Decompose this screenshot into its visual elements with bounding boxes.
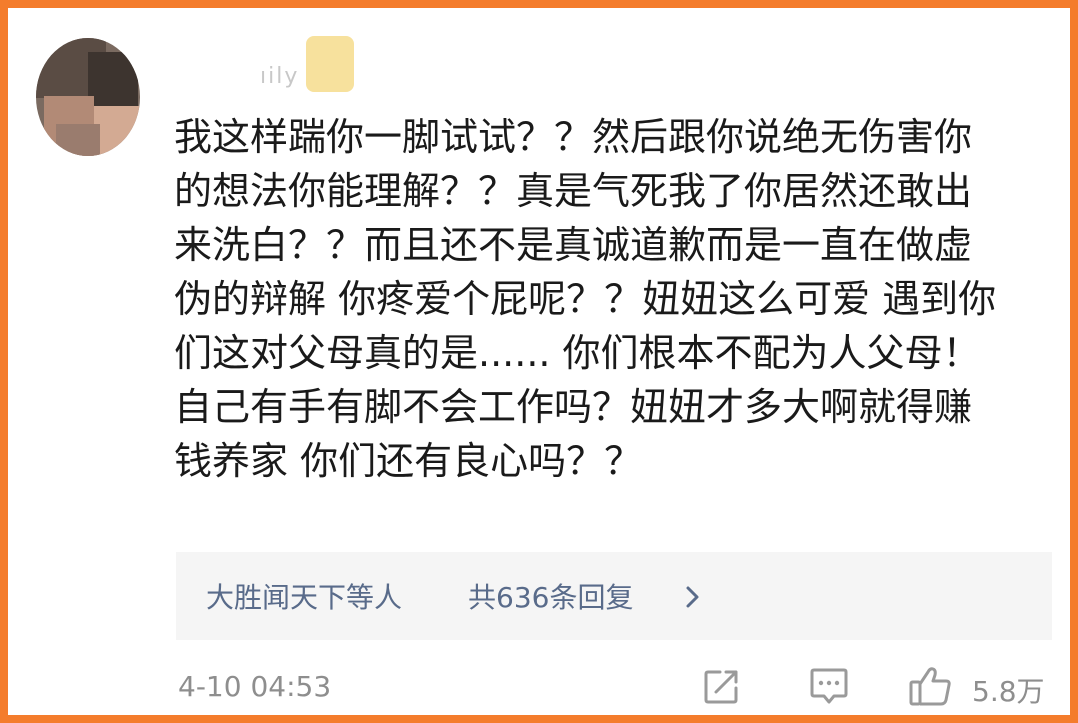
avatar-mosaic-block bbox=[56, 124, 100, 156]
comment-line: 来洗白？？而且还不是真诚道歉而是一直在做虚 bbox=[174, 223, 973, 267]
avatar[interactable] bbox=[36, 38, 140, 156]
share-icon[interactable] bbox=[702, 666, 742, 706]
like-count: 5.8万 bbox=[972, 675, 1045, 708]
comment-line: 的想法你能理解？？真是气死我了你居然还敢出 bbox=[174, 169, 973, 213]
comment-line: 自己有手有脚不会工作吗？妞妞才多大啊就得赚 bbox=[174, 385, 973, 429]
comment-line: 我这样踹你一脚试试？？然后跟你说绝无伤害你 bbox=[174, 115, 973, 159]
username[interactable]: ıily bbox=[260, 64, 299, 89]
replies-preview[interactable]: 大胜闻天下等人 共636条回复 bbox=[176, 552, 1052, 640]
timestamp: 4-10 04:53 bbox=[178, 670, 332, 703]
comment-icon[interactable] bbox=[808, 666, 850, 706]
comment-line: 们这对父母真的是...... 你们根本不配为人父母！ bbox=[174, 331, 981, 375]
replies-users[interactable]: 大胜闻天下等人 bbox=[206, 576, 402, 616]
thumbs-up-icon[interactable] bbox=[908, 664, 954, 708]
comment-card: ıily 我这样踹你一脚试试？？然后跟你说绝无伤害你 的想法你能理解？？真是气死… bbox=[0, 0, 1078, 723]
user-badge-icon bbox=[306, 36, 354, 92]
comment-line: 伪的辩解 你疼爱个屁呢？？妞妞这么可爱 遇到你 bbox=[174, 277, 997, 321]
avatar-mosaic-block bbox=[88, 52, 138, 110]
comment-text: 我这样踹你一脚试试？？然后跟你说绝无伤害你 的想法你能理解？？真是气死我了你居然… bbox=[174, 110, 1046, 488]
comment-line: 钱养家 你们还有良心吗？？ bbox=[174, 439, 643, 483]
avatar-mosaic-block bbox=[94, 106, 140, 156]
replies-count[interactable]: 共636条回复 bbox=[468, 576, 633, 616]
chevron-right-icon[interactable] bbox=[682, 582, 704, 612]
